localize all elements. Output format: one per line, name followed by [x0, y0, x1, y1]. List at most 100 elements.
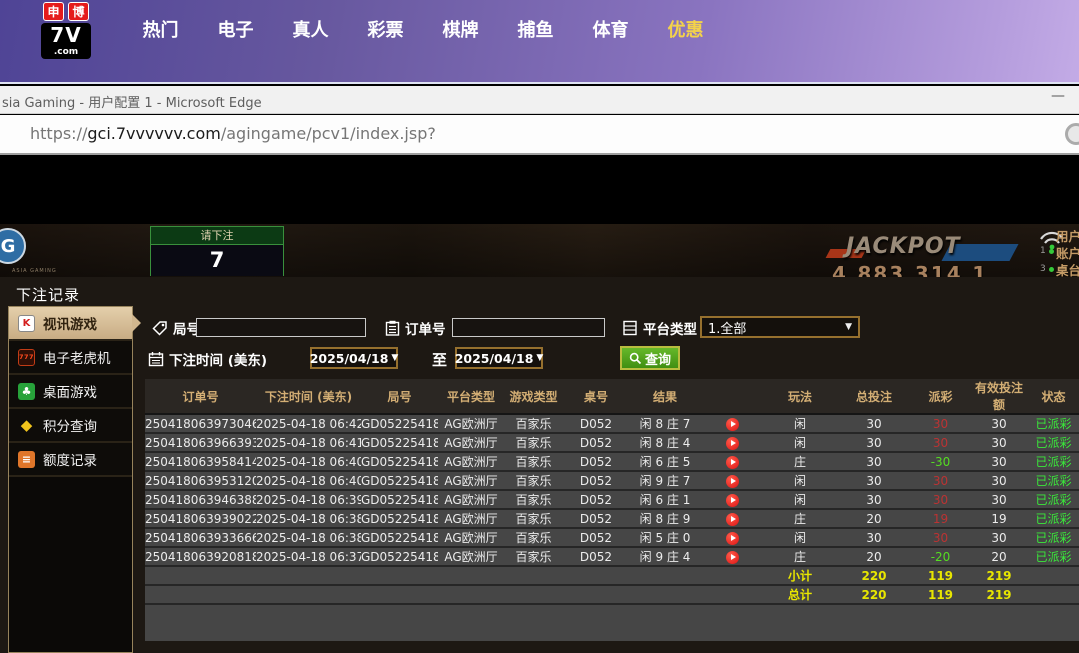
- diamond-icon: ◆: [20, 416, 33, 434]
- logo-domain: .com: [41, 47, 91, 59]
- nav-item-hot[interactable]: 热门: [123, 16, 198, 42]
- play-replay-button[interactable]: [725, 474, 739, 488]
- url-text: https://gci.7vvvvvv.com/agingame/pcv1/in…: [30, 124, 436, 143]
- cell-platform: AG欧洲厅: [438, 414, 504, 434]
- nav-item-fishing[interactable]: 捕鱼: [498, 16, 573, 42]
- jackpot-label: JACKPOT: [846, 234, 961, 259]
- cell-replay: [701, 547, 763, 567]
- cell-status: 已派彩: [1028, 490, 1079, 510]
- cell-game: 百家乐: [504, 547, 563, 567]
- play-replay-button[interactable]: [725, 417, 739, 431]
- cell-status: 已派彩: [1028, 471, 1079, 491]
- sidebar-item-table-games[interactable]: ♣ 桌面游戏: [9, 375, 132, 409]
- site-logo[interactable]: 申 博 7V .com: [41, 2, 91, 59]
- cell-table: D052: [563, 547, 629, 567]
- cell-total-bet: 30: [837, 433, 911, 453]
- col-round: 局号: [361, 379, 438, 415]
- cell-bet-type: 闲: [763, 490, 837, 510]
- cell-time: 2025-04-18 06:37:12: [256, 547, 361, 567]
- sidebar-item-slots[interactable]: 777 电子老虎机: [9, 341, 132, 375]
- table-row: 250418063920818 2025-04-18 06:37:12 GD05…: [145, 547, 1079, 567]
- cell-valid-bet: 30: [970, 433, 1028, 453]
- sidebar-item-live-games[interactable]: K 视讯游戏: [9, 307, 141, 341]
- cell-replay: [701, 433, 763, 453]
- nav-item-promotions[interactable]: 优惠: [648, 16, 723, 42]
- page-action-icon[interactable]: [1065, 123, 1079, 145]
- cell-status: 已派彩: [1028, 509, 1079, 529]
- platform-type-icon: [623, 320, 637, 336]
- cell-status: 已派彩: [1028, 528, 1079, 548]
- tag-icon: [152, 321, 167, 336]
- table-filler: [145, 605, 1079, 641]
- asia-gaming-brand-label: ASIA GAMING: [12, 268, 57, 274]
- cell-order: 250418063946388: [145, 490, 256, 510]
- cell-total-bet: 30: [837, 471, 911, 491]
- col-replay: [701, 379, 763, 415]
- play-replay-button[interactable]: [725, 455, 739, 469]
- to-label: 至: [432, 351, 448, 369]
- cell-payout: 30: [911, 471, 970, 491]
- filter-row-1: 局号 订单号 平台类型 1.全部 ▼: [145, 316, 1079, 340]
- cell-bet-type: 庄: [763, 452, 837, 472]
- minimize-button[interactable]: —: [1047, 88, 1069, 104]
- cell-status: 已派彩: [1028, 547, 1079, 567]
- cell-total-bet: 30: [837, 490, 911, 510]
- cell-time: 2025-04-18 06:42:03: [256, 414, 361, 434]
- play-replay-button[interactable]: [725, 436, 739, 450]
- bet-countdown: 7: [150, 245, 284, 276]
- cell-order: 250418063966393: [145, 433, 256, 453]
- nav-item-boardgames[interactable]: 棋牌: [423, 16, 498, 42]
- cell-payout: 30: [911, 528, 970, 548]
- site-nav-items: 热门 电子 真人 彩票 棋牌 捕鱼 体育 优惠: [123, 16, 723, 42]
- platform-type-select[interactable]: 1.全部 ▼: [700, 316, 860, 338]
- col-status: 状态: [1028, 379, 1079, 415]
- jackpot-banner: JACKPOT 4,883,314.1: [825, 234, 1019, 277]
- sidebar-item-credit-records[interactable]: ≡ 额度记录: [9, 443, 132, 477]
- sidebar-item-points-query[interactable]: ◆ 积分查询: [9, 409, 132, 443]
- play-replay-button[interactable]: [725, 512, 739, 526]
- filter-row-2: 下注时间 (美东) 2025/04/18 ▼ 至 2025/04/18 ▼ 查询: [145, 346, 1079, 372]
- cell-replay: [701, 452, 763, 472]
- play-replay-button[interactable]: [725, 531, 739, 545]
- cell-bet-type: 闲: [763, 433, 837, 453]
- cell-round: GD052254180NV: [361, 452, 438, 472]
- date-from-picker[interactable]: 2025/04/18 ▼: [310, 347, 398, 369]
- game-video-strip: G ASIA GAMING 请下注 7 JACKPOT 4,883,314.1 …: [0, 224, 1079, 277]
- grand-total-payout: 119: [911, 585, 970, 605]
- cell-bet-type: 闲: [763, 528, 837, 548]
- col-total-bet: 总投注: [837, 379, 911, 415]
- cell-result: 闲 8 庄 9: [629, 509, 701, 529]
- browser-urlbar[interactable]: https://gci.7vvvvvv.com/agingame/pcv1/in…: [0, 115, 1079, 155]
- bet-table-wrap: 订单号 下注时间 (美东) 局号 平台类型 游戏类型 桌号 结果 玩法 总投注 …: [145, 379, 1079, 641]
- cell-platform: AG欧洲厅: [438, 490, 504, 510]
- round-number-input[interactable]: [196, 318, 366, 337]
- platform-type-label: 平台类型: [643, 322, 697, 338]
- bet-time-label: 下注时间 (美东): [169, 353, 268, 369]
- panel-title: 下注记录: [16, 286, 81, 304]
- play-replay-button[interactable]: [725, 550, 739, 564]
- nav-item-live[interactable]: 真人: [273, 16, 348, 42]
- chevron-down-icon: ▼: [845, 322, 852, 332]
- calendar-icon: [148, 352, 164, 367]
- date-to-picker[interactable]: 2025/04/18 ▼: [455, 347, 543, 369]
- nav-item-lottery[interactable]: 彩票: [348, 16, 423, 42]
- play-replay-button[interactable]: [725, 493, 739, 507]
- cell-valid-bet: 20: [970, 547, 1028, 567]
- search-button[interactable]: 查询: [620, 346, 681, 370]
- cell-game: 百家乐: [504, 509, 563, 529]
- sidebar-item-label: 桌面游戏: [43, 385, 97, 401]
- cell-replay: [701, 509, 763, 529]
- strip-marker-1: 1: [1040, 246, 1046, 256]
- subtotal-row: 小计 220 119 219: [145, 566, 1079, 586]
- cell-total-bet: 30: [837, 528, 911, 548]
- cell-replay: [701, 528, 763, 548]
- cell-time: 2025-04-18 06:40:41: [256, 452, 361, 472]
- order-number-input[interactable]: [452, 318, 605, 337]
- nav-item-sports[interactable]: 体育: [573, 16, 648, 42]
- col-time: 下注时间 (美东): [256, 379, 361, 415]
- bet-table-header: 订单号 下注时间 (美东) 局号 平台类型 游戏类型 桌号 结果 玩法 总投注 …: [145, 379, 1079, 415]
- nav-item-slots[interactable]: 电子: [198, 16, 273, 42]
- cell-replay: [701, 471, 763, 491]
- grand-total-valid-bet: 219: [970, 585, 1028, 605]
- cell-replay: [701, 414, 763, 434]
